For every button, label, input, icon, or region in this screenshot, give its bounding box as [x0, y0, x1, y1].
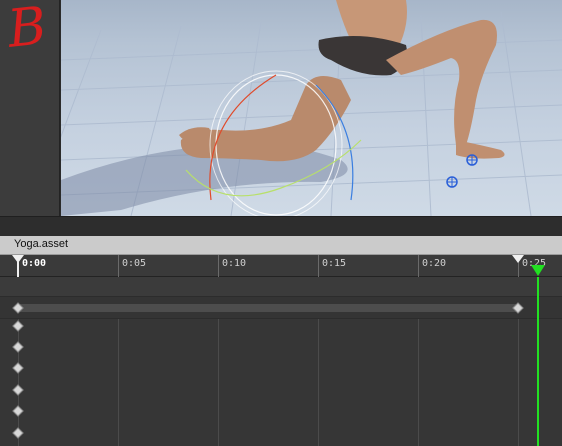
time-label: 0:00 [22, 258, 47, 269]
ruler-tick [418, 255, 419, 277]
end-marker-icon[interactable] [512, 255, 524, 265]
keyframe-icon[interactable] [12, 362, 24, 374]
time-label: 0:20 [422, 258, 447, 269]
scene-canvas[interactable] [61, 0, 562, 216]
keyframe-icon[interactable] [12, 341, 24, 353]
panel-letter: B [4, 0, 50, 60]
keyframe-icon[interactable] [12, 320, 24, 332]
time-label: 0:05 [122, 258, 147, 269]
panel-divider [0, 216, 562, 236]
character-shorts [318, 36, 407, 76]
keyframe-icon[interactable] [12, 384, 24, 396]
keyframe-icon[interactable] [12, 405, 24, 417]
clip-range-bar[interactable] [18, 304, 518, 312]
time-label: 0:10 [222, 258, 247, 269]
summary-track[interactable] [0, 297, 562, 319]
start-marker-icon[interactable] [12, 255, 24, 277]
time-label: 0:15 [322, 258, 347, 269]
left-panel: B [0, 0, 60, 216]
animation-editor-window: B Yoga.asset 0:00 0:05 0:10 0:15 0:20 0:… [0, 0, 562, 446]
character-back-leg [180, 76, 351, 162]
dopesheet-tracks[interactable] [0, 277, 562, 446]
keyframe-icon[interactable] [12, 427, 24, 439]
ruler-tick [218, 255, 219, 277]
timeline-ruler[interactable]: 0:00 0:05 0:10 0:15 0:20 0:25 [0, 255, 562, 277]
ik-target-icon[interactable] [446, 176, 458, 188]
summary-row [0, 277, 562, 297]
ruler-tick [118, 255, 119, 277]
scene-view[interactable] [61, 0, 562, 216]
timeline-title-bar: Yoga.asset [0, 236, 562, 255]
ruler-tick [318, 255, 319, 277]
playhead-line[interactable] [537, 277, 539, 446]
ik-target-icon[interactable] [466, 154, 478, 166]
asset-name: Yoga.asset [14, 238, 69, 250]
character-front-leg [386, 19, 497, 145]
playhead-marker-icon[interactable] [531, 265, 545, 277]
